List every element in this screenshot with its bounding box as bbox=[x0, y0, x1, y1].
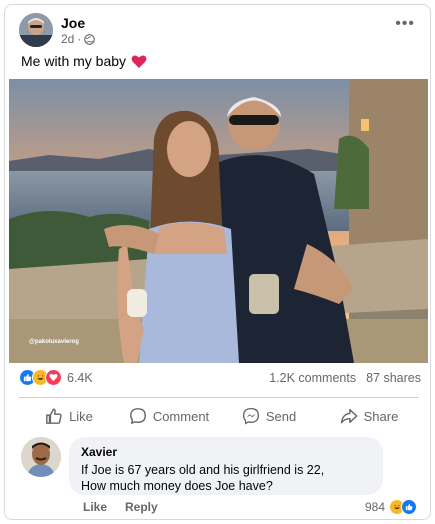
commenter-avatar[interactable] bbox=[21, 437, 61, 477]
globe-icon bbox=[84, 33, 96, 45]
action-bar: Like Comment Send Share bbox=[19, 402, 419, 430]
comment-bubble: Xavier If Joe is 67 years old and his gi… bbox=[69, 437, 383, 495]
photo-watermark: @pakoluxavierog bbox=[29, 339, 79, 345]
comment-item: Xavier If Joe is 67 years old and his gi… bbox=[19, 435, 421, 517]
share-button-label: Share bbox=[363, 408, 399, 424]
shares-count[interactable]: 87 shares bbox=[366, 371, 421, 385]
comments-count[interactable]: 1.2K comments bbox=[269, 371, 356, 385]
commenter-name[interactable]: Xavier bbox=[81, 445, 371, 459]
send-button-label: Send bbox=[265, 408, 297, 424]
like-button[interactable]: Like bbox=[19, 402, 119, 430]
comment-text-line-1: If Joe is 67 years old and his girlfrien… bbox=[81, 463, 325, 477]
comment-reply-button[interactable]: Reply bbox=[125, 500, 158, 514]
comment-icon bbox=[129, 408, 146, 424]
post-card: Joe 2d · ••• Me with my baby @pakoluxavi… bbox=[4, 4, 431, 520]
post-meta: 2d · bbox=[61, 32, 96, 46]
author-avatar[interactable] bbox=[19, 13, 53, 47]
reaction-count: 6.4K bbox=[67, 370, 93, 385]
comment-reactions[interactable]: 984 bbox=[365, 499, 417, 515]
caption-text: Me with my baby bbox=[21, 53, 127, 69]
send-button[interactable]: Send bbox=[219, 402, 319, 430]
stats-divider bbox=[19, 397, 419, 398]
messenger-icon bbox=[242, 407, 259, 425]
post-time[interactable]: 2d bbox=[61, 32, 74, 46]
comment-button[interactable]: Comment bbox=[119, 402, 219, 430]
engagement-counts: 1.2K comments 87 shares bbox=[269, 371, 421, 385]
comment-reaction-count: 984 bbox=[364, 500, 385, 514]
more-options-button[interactable]: ••• bbox=[395, 15, 415, 33]
reaction-summary[interactable]: 6.4K bbox=[19, 369, 93, 386]
comment-like-icon bbox=[401, 499, 417, 515]
post-header: Joe 2d · ••• bbox=[19, 13, 419, 51]
comment-like-button[interactable]: Like bbox=[83, 500, 107, 514]
post-caption: Me with my baby bbox=[21, 53, 147, 69]
comment-button-label: Comment bbox=[152, 408, 210, 424]
heart-icon bbox=[131, 54, 147, 68]
like-button-label: Like bbox=[69, 408, 93, 424]
post-photo[interactable] bbox=[9, 79, 428, 363]
post-stats: 6.4K 1.2K comments 87 shares bbox=[19, 369, 421, 391]
thumbs-up-icon bbox=[46, 408, 62, 424]
comment-actions: Like Reply bbox=[83, 500, 158, 514]
share-button[interactable]: Share bbox=[319, 402, 419, 430]
love-icon bbox=[45, 369, 62, 386]
share-icon bbox=[340, 408, 358, 424]
author-name[interactable]: Joe bbox=[61, 15, 85, 31]
comment-text-line-2: How much money does Joe have? bbox=[81, 479, 273, 493]
